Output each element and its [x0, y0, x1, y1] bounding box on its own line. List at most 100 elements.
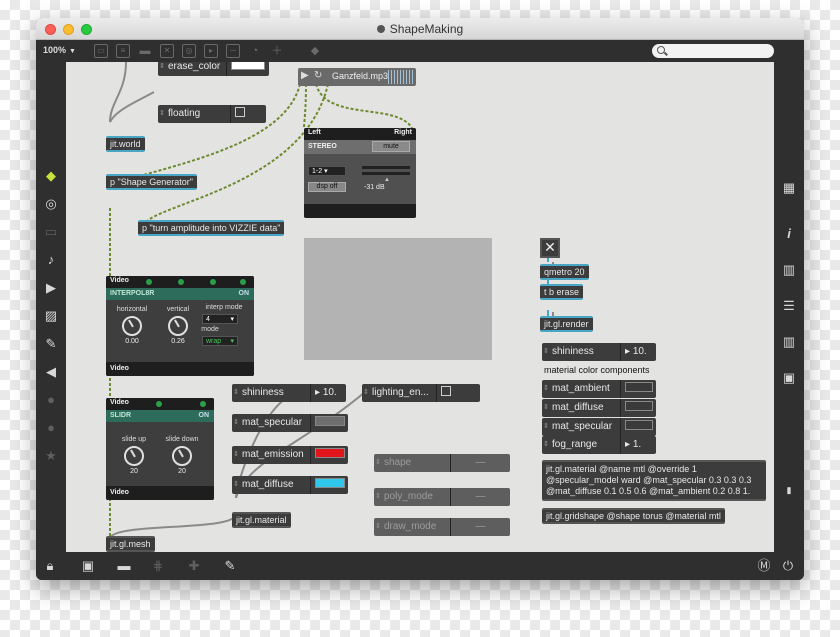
mat-emission-swatch[interactable] [315, 448, 345, 458]
grid-icon[interactable]: ▦ [781, 180, 797, 196]
package-icon[interactable]: ● [43, 420, 59, 436]
power-icon[interactable]: ⏻ [780, 558, 796, 574]
info-circle-icon[interactable]: ● [43, 392, 59, 408]
qmetro-object[interactable]: qmetro 20 [540, 264, 589, 280]
mat-specular-swatch[interactable] [315, 416, 345, 426]
grid-snap-icon[interactable]: ⋕ [150, 558, 166, 574]
plug-icon[interactable]: ◀ [43, 364, 59, 380]
audio-player[interactable]: ▶ ↻ Ganzfeld.mp3 [298, 68, 416, 86]
inlet-led-icon[interactable] [156, 401, 162, 407]
paint-bucket-icon[interactable]: ◆ [308, 44, 322, 58]
inlet-led-icon[interactable] [146, 279, 152, 285]
amplitude-subpatch[interactable]: p "turn amplitude into VIZZIE data" [138, 220, 285, 236]
loop-icon[interactable]: ↻ [314, 70, 322, 81]
media-icon[interactable]: ▶ [43, 280, 59, 296]
vertical-dial[interactable] [168, 316, 188, 336]
comment-icon[interactable]: ▬ [138, 44, 152, 58]
cube-icon[interactable]: ◆ [43, 168, 59, 184]
list-icon[interactable]: ☰ [781, 298, 797, 314]
shape-generator-subpatch[interactable]: p "Shape Generator" [106, 174, 197, 190]
camera-icon[interactable]: ▣ [781, 370, 797, 386]
mat-specular-attr-left[interactable]: mat_specular [232, 414, 348, 432]
mat-diffuse-swatch[interactable] [315, 478, 345, 488]
paperclip-icon[interactable]: ✎ [43, 336, 59, 352]
interpolr-on-toggle[interactable]: ON [239, 290, 250, 297]
book-icon[interactable]: ▥ [781, 262, 797, 278]
wrench-icon[interactable]: ✎ [222, 558, 238, 574]
slidr-on-toggle[interactable]: ON [199, 412, 210, 419]
add-icon[interactable]: ＋ [270, 44, 284, 58]
star-icon[interactable]: ★ [43, 448, 59, 464]
mat-emission-attr[interactable]: mat_emission [232, 446, 348, 464]
inlet-led-icon[interactable] [210, 279, 216, 285]
shininess-attr-right[interactable]: shininess ▸ 10. [542, 343, 656, 361]
jit-gl-gridshape-object[interactable]: jit.gl.gridshape @shape torus @material … [542, 508, 725, 524]
draw-mode-value[interactable]: — [450, 518, 510, 536]
lighting-attr[interactable]: lighting_en... [362, 384, 480, 402]
jit-gl-material-left[interactable]: jit.gl.material [232, 512, 291, 528]
channel-menu[interactable]: 1-2 ▾ [308, 166, 346, 176]
shininess-number[interactable]: ▸ 10. [310, 384, 346, 402]
number-icon[interactable]: ▸ [204, 44, 218, 58]
presentation-icon[interactable]: ▣ [80, 558, 96, 574]
poly-mode-value[interactable]: — [450, 488, 510, 506]
slide-up-dial[interactable] [124, 446, 144, 466]
toggle-icon[interactable]: ◎ [182, 44, 196, 58]
inlet-led-icon[interactable] [240, 279, 246, 285]
info-icon[interactable]: i [781, 226, 797, 242]
mat-diffuse-attr-right[interactable]: mat_diffuse [542, 399, 656, 417]
mat-specular-right-swatch-cell[interactable] [620, 418, 656, 436]
lighting-checkbox[interactable] [441, 386, 451, 396]
floating-attr[interactable]: floating [158, 105, 266, 123]
mat-specular-attr-right[interactable]: mat_specular [542, 418, 656, 436]
inlet-led-icon[interactable] [178, 279, 184, 285]
reference-book-icon[interactable]: ▥ [781, 334, 797, 350]
trigger-object[interactable]: t b erase [540, 284, 584, 300]
dial-icon[interactable]: ◔ [248, 44, 262, 58]
floating-toggle[interactable] [230, 105, 266, 123]
shape-value[interactable]: — [450, 454, 510, 472]
jit-gl-mesh-object[interactable]: jit.gl.mesh [106, 536, 155, 552]
erase-color-value[interactable] [226, 62, 270, 76]
interp-mode-menu[interactable]: 4 ▾ [202, 314, 238, 324]
play-icon[interactable]: ▶ [301, 70, 309, 81]
mat-specular-swatch-cell[interactable] [310, 414, 348, 432]
image-icon[interactable]: ▨ [43, 308, 59, 324]
jit-gl-material-right[interactable]: jit.gl.material @name mtl @override 1 @s… [542, 460, 766, 501]
shape-attr[interactable]: shape — [374, 454, 510, 472]
mat-emission-swatch-cell[interactable] [310, 446, 348, 464]
erase-color-attr[interactable]: erase_color [158, 62, 270, 76]
target-icon[interactable]: ◎ [43, 196, 59, 212]
mat-diffuse-swatch-cell[interactable] [310, 476, 348, 494]
floating-checkbox[interactable] [235, 107, 245, 117]
video-preview-window[interactable] [304, 238, 492, 360]
level-meter-icon[interactable]: ▮ [781, 482, 797, 498]
message-icon[interactable]: ≡ [116, 44, 130, 58]
erase-color-swatch[interactable] [231, 62, 266, 70]
mat-specular-right-swatch[interactable] [625, 420, 653, 430]
lighting-toggle[interactable] [436, 384, 480, 402]
horizontal-dial[interactable] [122, 316, 142, 336]
monitor-icon[interactable]: ▬ [116, 558, 132, 574]
fog-range-number[interactable]: ▸ 1. 10 [620, 436, 656, 468]
patcher-canvas[interactable]: erase_color floating jit.world ▶ ↻ Ganzf… [66, 62, 774, 552]
zoom-menu[interactable]: 100% ▼ [43, 45, 76, 55]
inlet-led-icon[interactable] [200, 401, 206, 407]
mat-ambient-attr[interactable]: mat_ambient [542, 380, 656, 398]
jit-world-object[interactable]: jit.world [106, 136, 145, 152]
draw-mode-attr[interactable]: draw_mode — [374, 518, 510, 536]
shininess-right-number[interactable]: ▸ 10. [620, 343, 656, 361]
lock-icon[interactable]: 🔒︎ [42, 558, 58, 574]
bang-button[interactable]: ✕ [540, 238, 560, 258]
mat-diffuse-right-swatch[interactable] [625, 401, 653, 411]
mute-button[interactable]: mute [372, 141, 410, 152]
mat-ambient-swatch[interactable] [625, 382, 653, 392]
mat-diffuse-right-swatch-cell[interactable] [620, 399, 656, 417]
mixer-icon[interactable]: Ⓜ [756, 558, 772, 574]
new-view-icon[interactable]: ✚ [186, 558, 202, 574]
poly-mode-attr[interactable]: poly_mode — [374, 488, 510, 506]
button-icon[interactable]: ✕ [160, 44, 174, 58]
music-note-icon[interactable]: ♪ [43, 252, 59, 268]
mode-menu[interactable]: wrap ▾ [202, 336, 238, 346]
mat-diffuse-attr-left[interactable]: mat_diffuse [232, 476, 348, 494]
